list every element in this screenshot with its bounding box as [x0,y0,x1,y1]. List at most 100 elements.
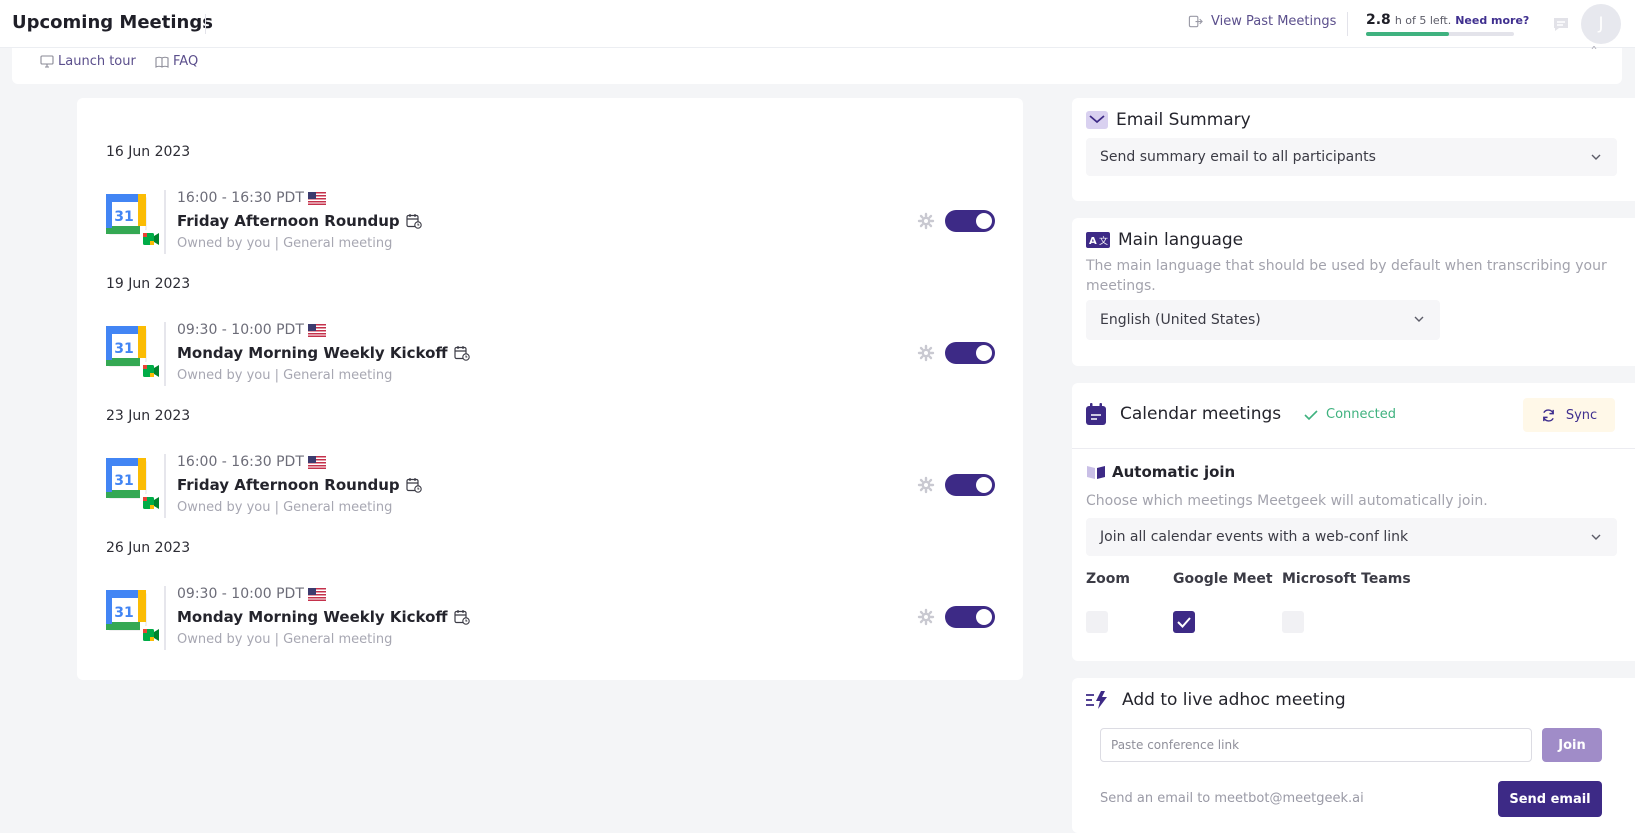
automatic-join-selected-value: Join all calendar events with a web-conf… [1100,529,1409,545]
sync-button[interactable]: Sync [1523,398,1615,432]
collapse-help-button[interactable]: ˆ [1590,44,1598,63]
conference-link-input[interactable] [1100,728,1532,762]
email-summary-title: Email Summary [1116,110,1251,130]
envelope-icon [1086,111,1108,129]
meeting-title: Monday Morning Weekly Kickoff [177,608,448,626]
faq-label: FAQ [173,54,199,69]
meeting-time-row: 16:00 - 16:30 PDT [177,190,326,206]
meeting-auto-join-toggle[interactable] [945,474,995,496]
meeting-row[interactable]: 31 16:00 - 16:30 PDT Friday Afternoon Roun… [106,190,996,266]
chat-icon[interactable] [1551,14,1571,34]
meeting-title-row[interactable]: Friday Afternoon Roundup [177,476,422,494]
meetings-list-panel: 16 Jun 2023 31 16:00 - 16:30 PDT Friday Aft… [77,98,1023,680]
meeting-title-row[interactable]: Monday Morning Weekly Kickoff [177,608,470,626]
calendar-reschedule-icon[interactable] [406,477,422,493]
title-divider [205,14,206,34]
meeting-time-row: 16:00 - 16:30 PDT [177,454,326,470]
adhoc-title: Add to live adhoc meeting [1122,690,1346,710]
us-flag-icon [307,587,326,601]
usage-progress-bar [1366,32,1514,36]
meeting-row[interactable]: 31 09:30 - 10:00 PDT Monday Morning Weekly… [106,586,996,662]
microsoft-teams-checkbox[interactable] [1282,611,1304,633]
avatar[interactable]: J [1581,4,1621,44]
meeting-row[interactable]: 31 16:00 - 16:30 PDT Friday Afternoon Roun… [106,454,996,530]
need-more-link[interactable]: Need more? [1455,14,1529,27]
usage-hours: 2.8 [1366,12,1391,28]
gear-icon[interactable] [917,344,935,362]
calendar-icon [1086,403,1106,425]
email-summary-title-row: Email Summary [1086,110,1251,130]
main-language-card: A文 Main language The main language that … [1072,218,1635,366]
automatic-join-description: Choose which meetings Meetgeek will auto… [1086,493,1488,509]
meeting-row-divider [164,586,166,650]
svg-text:31: 31 [114,605,133,621]
date-heading: 26 Jun 2023 [106,540,191,556]
meeting-auto-join-toggle[interactable] [945,606,995,628]
zoom-checkbox[interactable] [1086,611,1108,633]
meeting-row-divider [164,190,166,254]
meeting-auto-join-toggle[interactable] [945,342,995,364]
meeting-row[interactable]: 31 09:30 - 10:00 PDT Monday Morning Weekly… [106,322,996,398]
gear-icon[interactable] [917,212,935,230]
help-strip: Launch tour FAQ ˆ [12,44,1622,84]
adhoc-meeting-card: Add to live adhoc meeting Join Send an e… [1072,678,1635,833]
language-selected-value: English (United States) [1100,312,1261,328]
main-language-title: Main language [1118,230,1244,250]
book-icon [155,56,169,68]
meeting-time: 16:00 - 16:30 PDT [177,454,304,470]
language-select[interactable]: English (United States) [1086,300,1440,340]
calendar-reschedule-icon[interactable] [406,213,422,229]
usage-text: h of 5 left. [1394,14,1452,27]
chevron-down-icon [1414,316,1424,322]
gear-icon[interactable] [917,608,935,626]
meetbot-email-text: Send an email to meetbot@meetgeek.ai [1100,791,1364,806]
calendar-reschedule-icon[interactable] [453,345,470,361]
meeting-row-divider [164,454,166,518]
view-past-meetings-link[interactable]: View Past Meetings [1188,14,1336,29]
email-summary-select[interactable]: Send summary email to all participants [1086,138,1617,176]
sync-label: Sync [1565,407,1598,423]
chevron-down-icon [1591,534,1601,540]
send-email-button[interactable]: Send email [1498,781,1602,817]
meeting-owner-type: Owned by you | General meeting [177,236,393,251]
main-language-description: The main language that should be used by… [1086,258,1607,294]
automatic-join-select[interactable]: Join all calendar events with a web-conf… [1086,518,1617,556]
page-title: Upcoming Meetings [12,12,213,33]
launch-tour-link[interactable]: Launch tour [40,54,136,69]
us-flag-icon [307,323,326,337]
date-heading: 16 Jun 2023 [106,144,191,160]
meeting-title-row[interactable]: Monday Morning Weekly Kickoff [177,344,470,362]
us-flag-icon [307,455,326,469]
lightning-list-icon [1086,691,1107,709]
meeting-title: Friday Afternoon Roundup [177,212,400,230]
automatic-join-title-row: Automatic join [1086,463,1235,481]
usage-divider [1347,12,1348,36]
meeting-title-row[interactable]: Friday Afternoon Roundup [177,212,422,230]
svg-text:文: 文 [1099,235,1108,247]
us-flag-icon [307,191,326,205]
date-heading: 23 Jun 2023 [106,408,191,424]
calendar-reschedule-icon[interactable] [453,609,470,625]
automatic-join-title: Automatic join [1112,463,1236,481]
join-button[interactable]: Join [1542,728,1602,762]
google-calendar-icon: 31 [106,590,160,644]
meeting-time: 09:30 - 10:00 PDT [177,322,304,338]
faq-link[interactable]: FAQ [155,54,198,69]
meeting-owner-type: Owned by you | General meeting [177,632,393,647]
calendar-meetings-card: Calendar meetings Connected Sync Automat… [1072,383,1635,661]
svg-text:31: 31 [114,209,133,225]
meeting-auto-join-toggle[interactable] [945,210,995,232]
meeting-time-row: 09:30 - 10:00 PDT [177,586,326,602]
gear-icon[interactable] [917,476,935,494]
calendar-divider [1072,448,1635,449]
google-meet-checkbox[interactable] [1173,611,1195,633]
meeting-owner-type: Owned by you | General meeting [177,500,393,515]
google-calendar-icon: 31 [106,194,160,248]
view-past-meetings-label: View Past Meetings [1211,14,1337,29]
calendar-title: Calendar meetings [1120,404,1282,424]
svg-text:A: A [1089,236,1097,247]
svg-text:31: 31 [114,341,133,357]
meeting-time: 16:00 - 16:30 PDT [177,190,304,206]
launch-tour-label: Launch tour [58,54,136,69]
usage-summary: 2.8 h of 5 left. Need more? [1366,12,1529,28]
